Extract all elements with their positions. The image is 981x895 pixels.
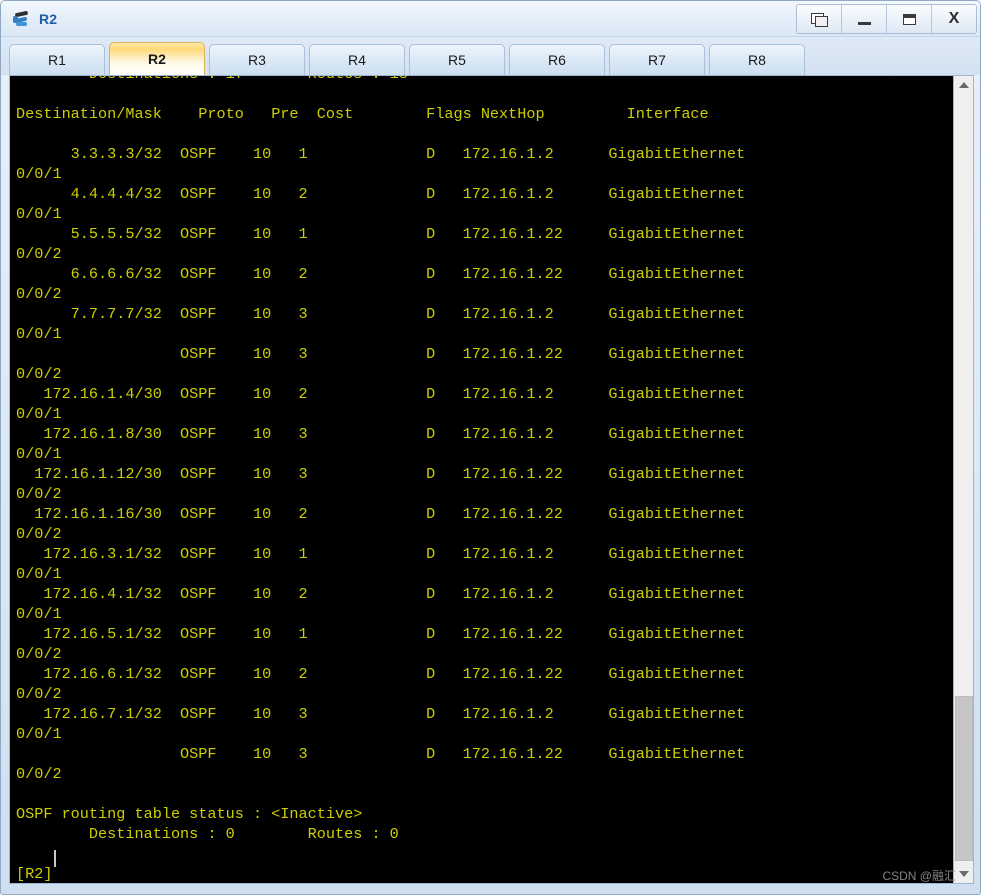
- window-title: R2: [39, 10, 58, 27]
- tab-label: R7: [648, 52, 666, 68]
- close-button[interactable]: X: [932, 5, 976, 33]
- terminal-cursor: [54, 850, 56, 867]
- tab-r2[interactable]: R2: [109, 42, 205, 75]
- chevron-up-icon: [959, 82, 969, 88]
- tab-bar: R1 R2 R3 R4 R5 R6 R7 R8: [1, 37, 980, 75]
- tab-label: R2: [148, 51, 166, 67]
- window-controls: X: [796, 4, 977, 34]
- tab-label: R1: [48, 52, 66, 68]
- terminal-panel: Destinations : 17 Routes : 18 Destinatio…: [9, 75, 974, 884]
- tab-r8[interactable]: R8: [709, 44, 805, 75]
- title-bar: R2 X: [1, 1, 980, 37]
- terminal-output-text: Destinations : 17 Routes : 18 Destinatio…: [16, 76, 746, 883]
- maximize-button[interactable]: [887, 5, 932, 33]
- tab-r5[interactable]: R5: [409, 44, 505, 75]
- tab-r6[interactable]: R6: [509, 44, 605, 75]
- minimize-button[interactable]: [842, 5, 887, 33]
- minimize-icon: [857, 21, 871, 25]
- chevron-down-icon: [959, 871, 969, 877]
- maximize-icon: [902, 13, 916, 25]
- tab-r3[interactable]: R3: [209, 44, 305, 75]
- terminal-output-area[interactable]: Destinations : 17 Routes : 18 Destinatio…: [10, 76, 953, 883]
- terminal-scrollbar[interactable]: [953, 76, 973, 883]
- tab-label: R5: [448, 52, 466, 68]
- csdn-watermark: CSDN @融汇: [882, 869, 956, 883]
- restore-down-button[interactable]: [797, 5, 842, 33]
- scroll-up-button[interactable]: [954, 76, 973, 94]
- close-icon: X: [948, 10, 960, 27]
- title-bar-left: R2: [1, 9, 57, 29]
- scroll-down-button[interactable]: [954, 865, 973, 883]
- tab-label: R3: [248, 52, 266, 68]
- terminal-window: R2 X R1 R2 R3 R4 R5 R6 R7 R8 Destination…: [0, 0, 981, 895]
- router-icon: [12, 9, 32, 29]
- tab-r4[interactable]: R4: [309, 44, 405, 75]
- scrollbar-thumb[interactable]: [955, 696, 973, 861]
- tab-label: R8: [748, 52, 766, 68]
- tab-label: R4: [348, 52, 366, 68]
- tab-r7[interactable]: R7: [609, 44, 705, 75]
- tab-label: R6: [548, 52, 566, 68]
- restore-icon: [811, 12, 828, 27]
- tab-r1[interactable]: R1: [9, 44, 105, 75]
